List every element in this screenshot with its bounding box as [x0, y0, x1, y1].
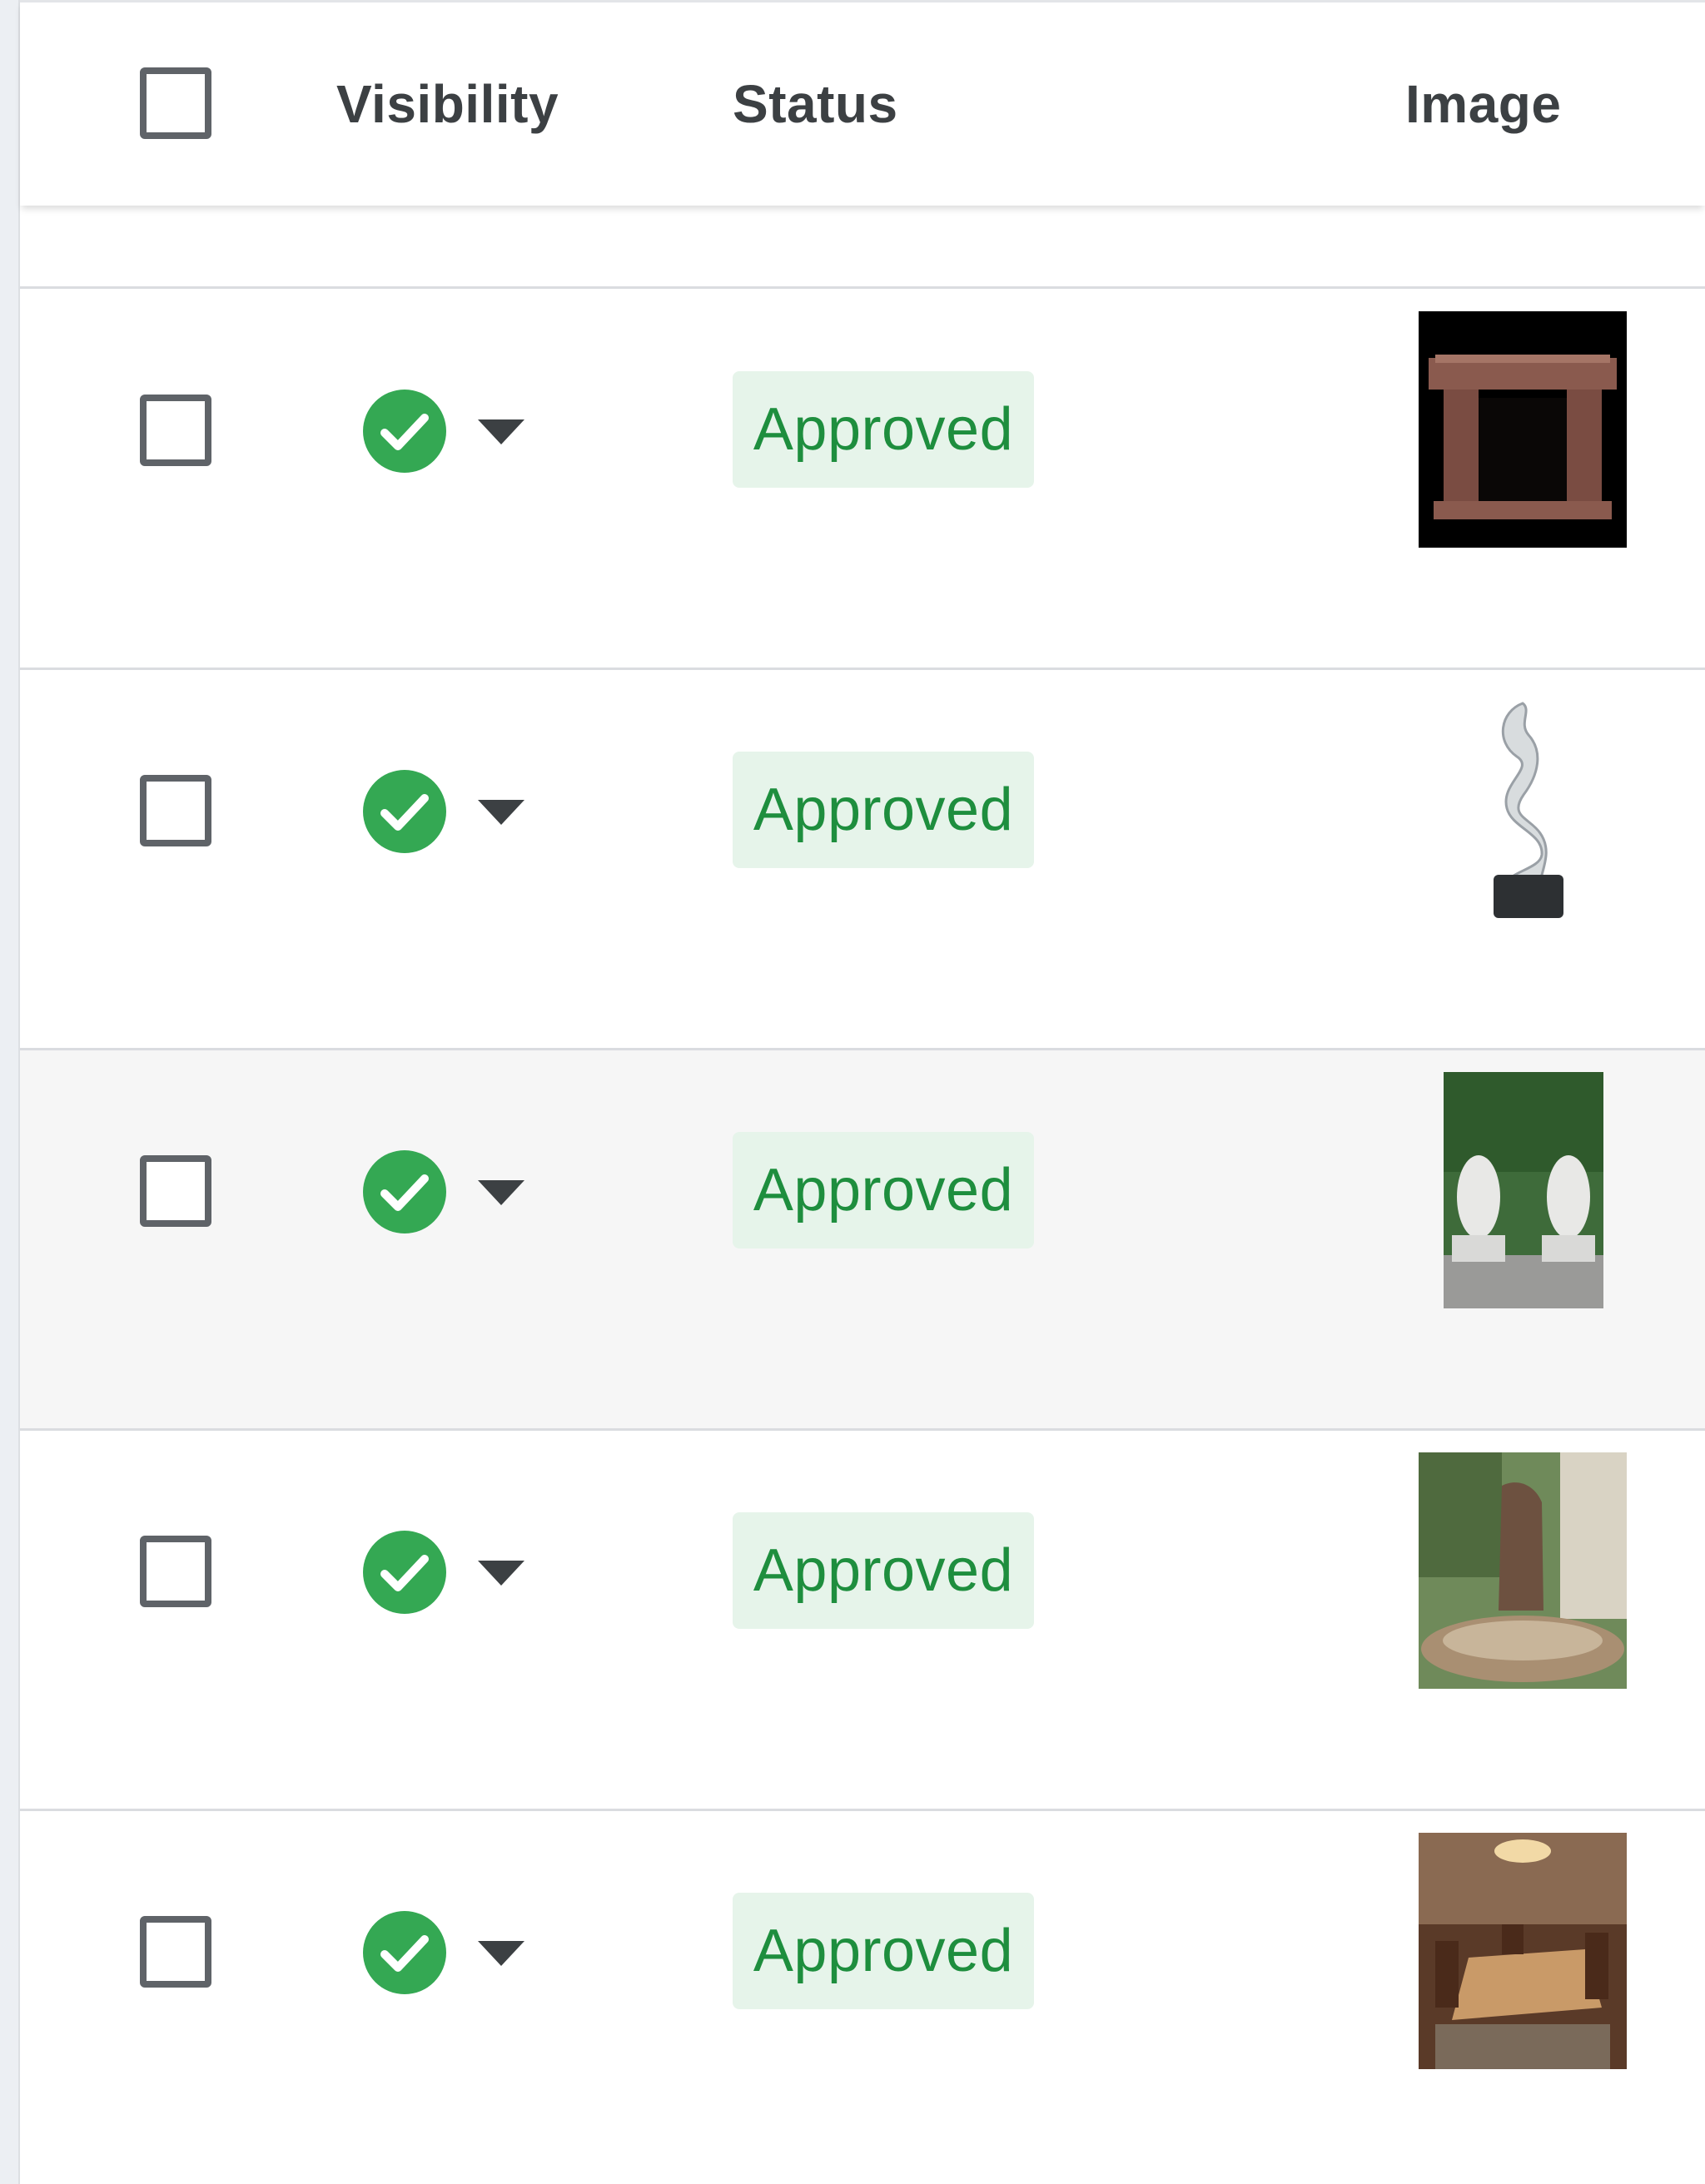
table-row[interactable]: Approved	[20, 1811, 1705, 2184]
check-circle-icon[interactable]	[361, 388, 448, 474]
table-header: Visibility Status Image	[20, 0, 1705, 206]
status-badge: Approved	[733, 1893, 1034, 2009]
check-circle-icon[interactable]	[361, 1909, 448, 1996]
table-row[interactable]: Approved	[20, 1431, 1705, 1811]
dining-room-icon[interactable]	[1419, 1833, 1627, 2069]
column-header-image[interactable]: Image	[1405, 2, 1561, 206]
check-circle-icon[interactable]	[361, 768, 448, 855]
row-checkbox[interactable]	[140, 1916, 211, 1988]
row-checkbox[interactable]	[140, 1536, 211, 1607]
table-row[interactable]: Approved	[20, 1050, 1705, 1431]
row-checkbox[interactable]	[140, 775, 211, 846]
row-checkbox[interactable]	[140, 395, 211, 466]
chevron-down-icon[interactable]	[478, 800, 524, 825]
fireplace-mantel-icon[interactable]	[1419, 311, 1627, 548]
check-circle-icon[interactable]	[361, 1529, 448, 1616]
row-checkbox[interactable]	[140, 1155, 211, 1227]
status-badge: Approved	[733, 752, 1034, 868]
column-header-status[interactable]: Status	[733, 2, 898, 206]
status-badge: Approved	[733, 1132, 1034, 1248]
product-table: Visibility Status Image Approved Approve…	[0, 0, 1705, 2184]
left-gutter	[0, 0, 20, 2184]
status-badge: Approved	[733, 1512, 1034, 1629]
table-row[interactable]: Approved	[20, 290, 1705, 670]
chevron-down-icon[interactable]	[478, 1941, 524, 1966]
column-header-visibility[interactable]: Visibility	[336, 2, 559, 206]
status-badge: Approved	[733, 371, 1034, 488]
lion-statues-icon[interactable]	[1444, 1072, 1603, 1308]
chevron-down-icon[interactable]	[478, 1180, 524, 1205]
chevron-down-icon[interactable]	[478, 1561, 524, 1586]
select-all-checkbox[interactable]	[140, 67, 211, 139]
abstract-sculpture-icon[interactable]	[1419, 692, 1627, 928]
check-circle-icon[interactable]	[361, 1149, 448, 1235]
chevron-down-icon[interactable]	[478, 419, 524, 444]
table-row[interactable]: Approved	[20, 670, 1705, 1050]
header-spacer	[20, 208, 1705, 289]
garden-fountain-icon[interactable]	[1419, 1452, 1627, 1689]
